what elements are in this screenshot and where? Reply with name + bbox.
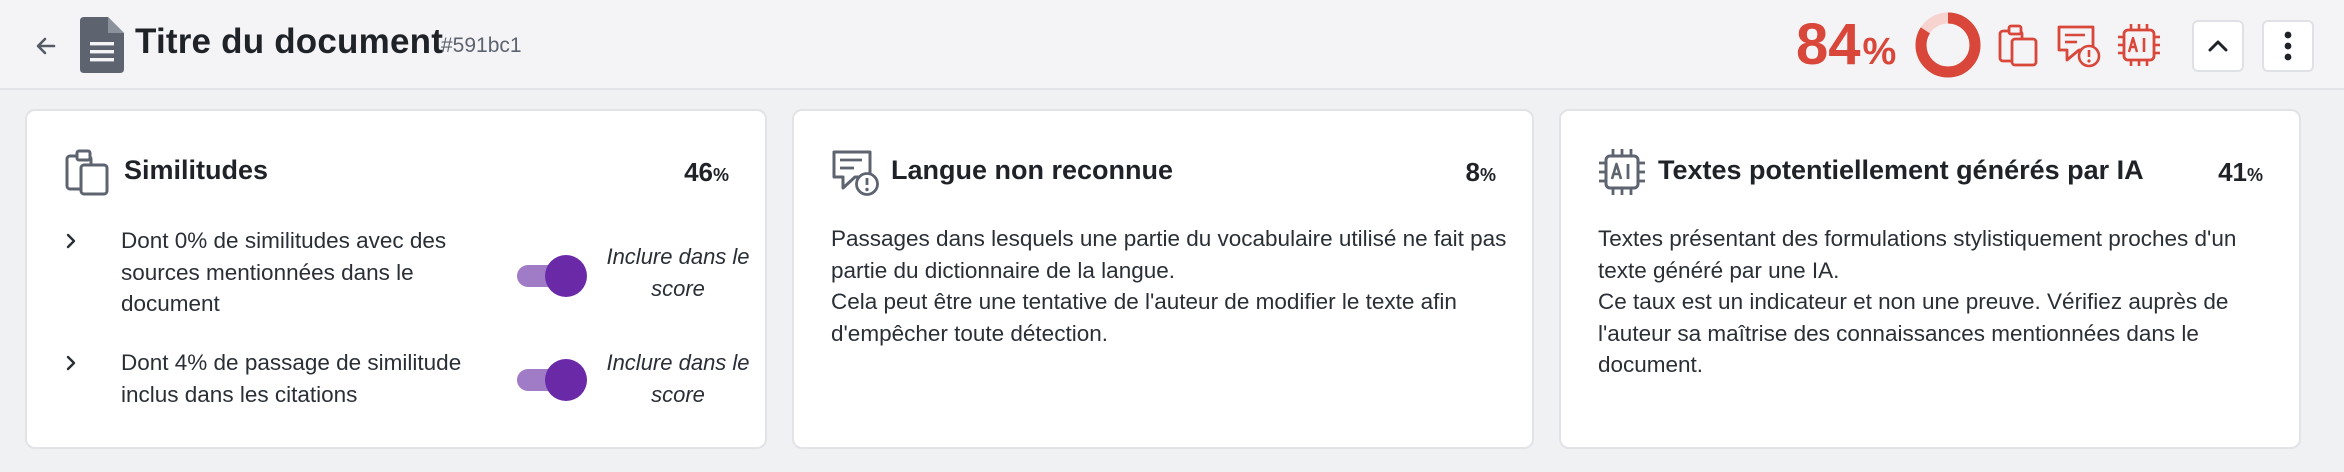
- ai-chip-icon[interactable]: [2116, 22, 2162, 68]
- ai-chip-icon: [1599, 149, 1645, 195]
- document-title: Titre du document: [135, 22, 444, 61]
- sub-item-text: Dont 0% de similitudes avec des sources …: [121, 228, 447, 316]
- include-score-label: Inclure dans le score: [606, 244, 750, 301]
- card-title: Textes potentiellement générés par IA: [1658, 155, 2144, 185]
- more-options-button[interactable]: [2262, 20, 2314, 72]
- card-title: Similitudes: [124, 155, 269, 185]
- toggle-knob: [545, 255, 587, 297]
- card-ai-generated: Textes potentiellement générés par IA 41…: [1559, 109, 2301, 449]
- card-percent-value: 46: [684, 157, 713, 187]
- message-alert-icon[interactable]: [2055, 22, 2101, 68]
- card-description: Passages dans lesquels une partie du voc…: [831, 223, 1521, 349]
- score-ring: [1915, 12, 1981, 78]
- global-score: 84 %: [1796, 10, 1896, 80]
- card-percent-unit: %: [2246, 165, 2263, 185]
- more-vertical-icon: [2284, 31, 2292, 61]
- include-score-toggle[interactable]: [513, 359, 589, 401]
- toggle-knob: [545, 359, 587, 401]
- description-paragraph: Passages dans lesquels une partie du voc…: [831, 226, 1507, 283]
- arrow-left-icon: [36, 37, 56, 55]
- card-unrecognized-language: Langue non reconnue 8% Passages dans les…: [792, 109, 1534, 449]
- document-icon: [80, 17, 124, 73]
- sub-item-text: Dont 4% de passage de similitude inclus …: [121, 350, 462, 407]
- chevron-right-icon[interactable]: [63, 355, 79, 371]
- card-percent-value: 8: [1465, 157, 1480, 187]
- include-score-toggle[interactable]: [513, 255, 589, 297]
- chevron-right-icon[interactable]: [63, 233, 79, 249]
- collapse-button[interactable]: [2192, 20, 2244, 72]
- chevron-up-icon: [2208, 40, 2228, 52]
- global-score-unit: %: [1862, 31, 1897, 73]
- card-percent-unit: %: [712, 165, 729, 185]
- global-score-value: 84: [1796, 12, 1861, 77]
- description-paragraph: Ce taux est un indicateur et non une pre…: [1598, 289, 2229, 377]
- card-percent: 41%: [2218, 157, 2263, 188]
- include-score-label: Inclure dans le score: [606, 350, 750, 407]
- card-title: Langue non reconnue: [891, 155, 1174, 185]
- clipboard-copy-icon: [65, 149, 109, 196]
- card-percent: 8%: [1466, 157, 1496, 188]
- message-alert-icon: [832, 150, 879, 196]
- description-paragraph: Textes présentant des formulations styli…: [1598, 226, 2237, 283]
- document-header: Titre du document #591bc1 84 %: [0, 0, 2344, 90]
- description-paragraph: Cela peut être une tentative de l'auteur…: [831, 289, 1457, 346]
- card-similarities: Similitudes 46% Dont 0% de similitudes a…: [25, 109, 767, 449]
- document-id: #591bc1: [441, 34, 522, 57]
- back-button[interactable]: [26, 26, 66, 66]
- card-percent: 46%: [684, 157, 729, 188]
- card-percent-unit: %: [1479, 165, 1496, 185]
- clipboard-copy-icon[interactable]: [1996, 22, 2042, 68]
- card-description: Textes présentant des formulations styli…: [1598, 223, 2288, 381]
- card-percent-value: 41: [2218, 157, 2247, 187]
